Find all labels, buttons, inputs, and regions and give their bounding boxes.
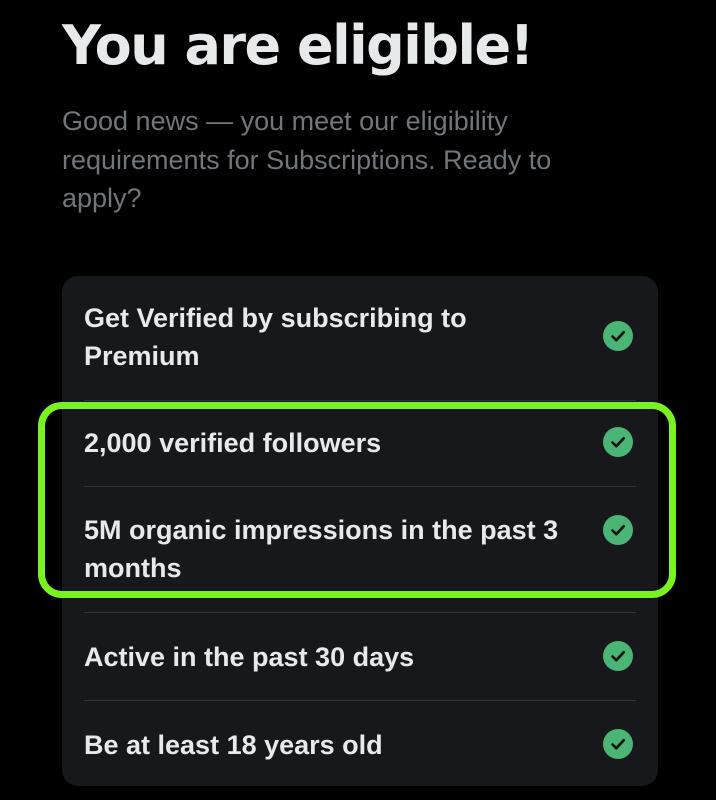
divider <box>84 700 636 701</box>
check-circle-icon <box>603 321 633 351</box>
highlight-annotation <box>38 402 676 598</box>
requirement-label: Get Verified by subscribing to Premium <box>84 303 467 371</box>
page-title: You are eligible! <box>62 14 534 77</box>
check-circle-icon <box>603 729 633 759</box>
divider <box>84 400 636 401</box>
divider <box>84 612 636 613</box>
requirement-premium: Get Verified by subscribing to Premium <box>84 296 636 376</box>
requirement-active: Active in the past 30 days <box>84 636 636 676</box>
requirement-age: Be at least 18 years old <box>84 724 636 764</box>
page-subtitle: Good news — you meet our eligibility req… <box>62 106 552 213</box>
requirement-label: Be at least 18 years old <box>84 730 383 760</box>
requirement-label: Active in the past 30 days <box>84 642 415 672</box>
check-circle-icon <box>603 641 633 671</box>
